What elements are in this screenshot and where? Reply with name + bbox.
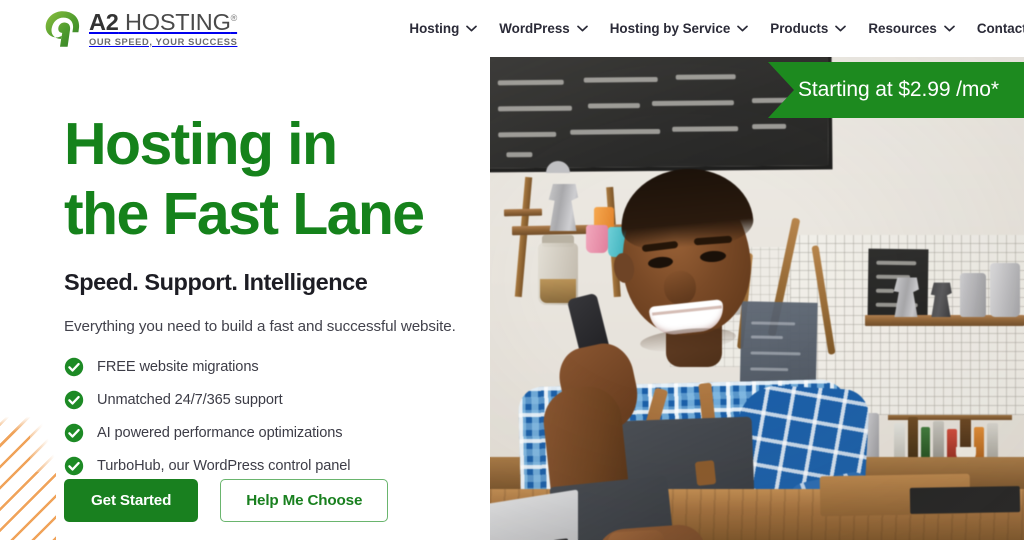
nav-label: Hosting by Service <box>609 21 731 36</box>
nav-item-contact[interactable]: Contact <box>977 21 1024 36</box>
nav-item-hosting[interactable]: Hosting <box>409 21 478 36</box>
nav-item-wordpress[interactable]: WordPress <box>499 21 588 36</box>
photo-vignette <box>490 57 1024 540</box>
nav-label: Hosting <box>409 21 460 36</box>
logo-tagline: OUR SPEED, YOUR SUCCESS <box>89 36 238 47</box>
hero-page: Starting at $2.99 /mo* A2 HOSTING® OUR S… <box>0 0 1024 540</box>
nav-label: Products <box>770 21 829 36</box>
nav-label: Resources <box>868 21 937 36</box>
logo-hosting: HOSTING <box>124 9 231 36</box>
check-circle-icon <box>64 423 84 443</box>
list-item: TurboHub, our WordPress control panel <box>64 456 351 476</box>
headline-line-1: Hosting in <box>64 111 338 177</box>
site-header: A2 HOSTING® OUR SPEED, YOUR SUCCESS Host… <box>0 0 1024 57</box>
list-item: Unmatched 24/7/365 support <box>64 390 350 410</box>
check-circle-icon <box>64 456 84 476</box>
hero-content: Hosting in the Fast Lane Speed. Support. … <box>0 57 490 540</box>
feature-label: TurboHub, our WordPress control panel <box>97 458 351 474</box>
list-item: FREE website migrations <box>64 357 350 377</box>
main-navigation: Hosting WordPress Hosting by Service Pro… <box>409 21 1024 36</box>
promo-banner[interactable]: Starting at $2.99 /mo* <box>768 62 1024 118</box>
nav-item-products[interactable]: Products <box>770 21 847 36</box>
logo-link[interactable]: A2 HOSTING® OUR SPEED, YOUR SUCCESS <box>42 9 237 49</box>
logo-text-block: A2 HOSTING® OUR SPEED, YOUR SUCCESS <box>89 10 238 47</box>
logo-registered-mark: ® <box>230 13 238 24</box>
hero-photo <box>490 57 1024 540</box>
chevron-down-icon <box>943 25 955 32</box>
nav-label: WordPress <box>499 21 570 36</box>
feature-label: FREE website migrations <box>97 359 259 375</box>
chevron-down-icon <box>835 25 847 32</box>
nav-label: Contact <box>976 21 1024 36</box>
feature-label: AI powered performance optimizations <box>97 425 343 441</box>
nav-item-hosting-by-service[interactable]: Hosting by Service <box>610 21 749 36</box>
get-started-button[interactable]: Get Started <box>64 479 199 522</box>
chevron-down-icon <box>466 25 478 32</box>
check-circle-icon <box>64 357 84 377</box>
logo-a2: A2 <box>89 9 119 36</box>
feature-label: Unmatched 24/7/365 support <box>97 392 283 408</box>
a2-logo-icon <box>45 10 80 47</box>
hero-description: Everything you need to build a fast and … <box>64 318 456 335</box>
help-me-choose-button[interactable]: Help Me Choose <box>220 479 389 522</box>
list-item: AI powered performance optimizations <box>64 423 350 443</box>
chevron-down-icon <box>576 25 588 32</box>
logo-wordmark: A2 HOSTING® <box>89 10 237 34</box>
headline-line-2: the Fast Lane <box>64 181 425 247</box>
page-title: Hosting in the Fast Lane <box>64 109 484 249</box>
hero-subheading: Speed. Support. Intelligence <box>64 269 368 295</box>
promo-banner-text: Starting at $2.99 /mo* <box>798 78 999 101</box>
check-circle-icon <box>64 390 84 410</box>
nav-item-resources[interactable]: Resources <box>868 21 955 36</box>
feature-list: FREE website migrations Unmatched 24/7/3… <box>64 357 351 476</box>
cta-button-row: Get Started Help Me Choose <box>64 479 389 522</box>
chevron-down-icon <box>737 25 749 32</box>
